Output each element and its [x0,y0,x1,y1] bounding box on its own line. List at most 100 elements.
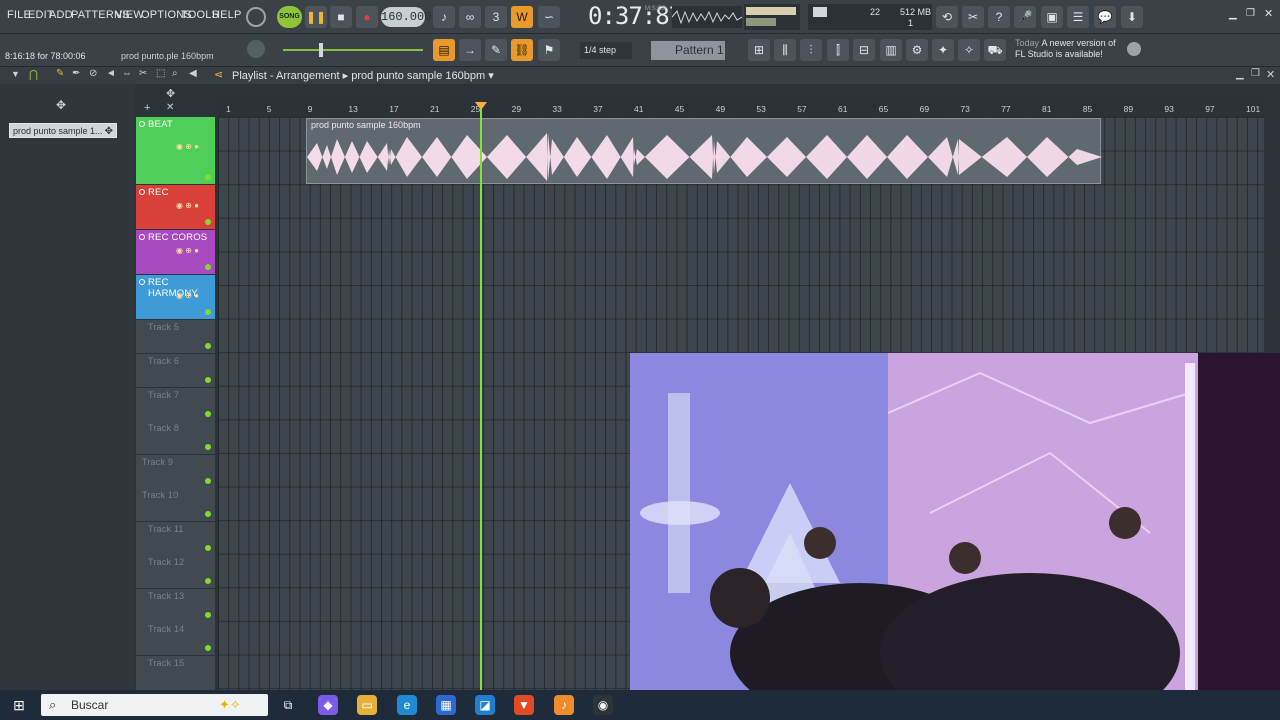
track-led-icon[interactable] [205,478,211,484]
download-icon[interactable]: ⬇ [1121,6,1143,28]
playlist-maximize-icon[interactable]: ❐ [1251,68,1260,79]
remove-track-icon[interactable]: ✕ [166,102,174,113]
arrow-icon[interactable]: → [459,39,481,61]
track-mute-solo-icon[interactable]: ◉ ⊕ ● [176,246,199,255]
link-icon[interactable]: ⛓ [511,39,533,61]
tempo-tap-icon[interactable]: ✦ [932,39,954,61]
help-icon[interactable]: ? [988,6,1010,28]
draw-tool-icon[interactable]: ✎ [56,68,64,79]
minimize-icon[interactable]: ▁ [1229,9,1237,20]
wait-input-icon[interactable]: ∞ [459,6,481,28]
track-select-icon[interactable] [139,121,145,127]
add-track-icon[interactable]: + [144,102,150,114]
picker-move-icon[interactable]: ✥ [56,98,66,112]
playlist-minimize-icon[interactable]: ▁ [1236,69,1244,80]
track-header-10[interactable]: Track 10 [136,488,215,521]
track-header-12[interactable]: Track 12 [136,555,215,588]
picker-item-drag-icon[interactable]: ✥ [105,124,113,139]
song-mode-button[interactable]: SONG [277,6,302,28]
record-button[interactable]: ● [356,6,378,28]
pause-button[interactable]: ❚❚ [305,6,327,28]
track-select-icon[interactable] [139,234,145,240]
outlook-icon[interactable]: ◪ [475,695,495,715]
metronome-icon[interactable]: ♪ [433,6,455,28]
cart-icon[interactable]: ⛟ [984,39,1006,61]
zoom-tool-icon[interactable]: ⌕ [172,68,178,79]
track-header-11[interactable]: Track 11 [136,522,215,555]
playhead-marker-icon[interactable] [475,102,487,110]
task-view-icon[interactable]: ⧉ [278,695,298,715]
menu-arrow-icon[interactable]: ▼ [11,69,20,79]
cut-icon[interactable]: ✂ [962,6,984,28]
sliders-icon[interactable]: ⫿ [827,39,849,61]
web-icon[interactable] [1127,42,1141,56]
track-header-7[interactable]: Track 7 [136,388,215,421]
track-header-beat[interactable]: BEAT ◉ ⊕ ● [136,117,215,184]
plugin-icon[interactable]: ⚙ [906,39,928,61]
browser-icon[interactable]: ⊟ [853,39,875,61]
stop-button[interactable]: ■ [330,6,352,28]
track-led-icon[interactable] [205,174,211,180]
playlist-icon[interactable]: ▤ [433,39,455,61]
track-led-icon[interactable] [205,444,211,450]
track-led-icon[interactable] [205,377,211,383]
fl-studio-icon[interactable]: ♪ [554,695,574,715]
track-select-icon[interactable] [139,189,145,195]
store-icon[interactable]: ▦ [436,695,456,715]
select-tool-icon[interactable]: ⬚ [156,68,165,79]
menu-add[interactable]: ADD [49,9,73,21]
track-header-rec[interactable]: REC ◉ ⊕ ● [136,185,215,229]
taskbar-search-input[interactable]: ⌕ Buscar ✦✧ [41,694,268,716]
maximize-icon[interactable]: ❐ [1246,8,1255,19]
chat-icon[interactable]: 💬 [1094,6,1116,28]
track-header-8[interactable]: Track 8 [136,421,215,454]
paint-tool-icon[interactable]: ✒ [72,68,80,79]
track-header-rec-harmony[interactable]: REC HARMONY ◉ ⊕ ● [136,275,215,319]
track-led-icon[interactable] [205,645,211,651]
pencil-icon[interactable]: ✎ [485,39,507,61]
snap-select[interactable]: 1/4 step [580,42,632,59]
save-icon[interactable]: ▣ [1041,6,1063,28]
track-mute-solo-icon[interactable]: ◉ ⊕ ● [176,201,199,210]
brave-icon[interactable]: ▼ [514,695,534,715]
file-icon[interactable]: ▥ [880,39,902,61]
update-notice[interactable]: Today A newer version of FL Studio is ava… [1015,38,1116,60]
audio-clip[interactable]: prod punto sample 160bpm [306,118,1102,184]
track-header-9[interactable]: Track 9 [136,455,215,488]
playlist-close-icon[interactable]: ✕ [1266,68,1275,81]
close-icon[interactable]: ✕ [1264,7,1273,20]
blend-notes-icon[interactable]: W [511,6,533,28]
track-led-icon[interactable] [205,219,211,225]
track-header-15[interactable]: Track 15 [136,656,215,690]
channel-rack-icon[interactable]: ⊞ [748,39,770,61]
track-led-icon[interactable] [205,411,211,417]
track-led-icon[interactable] [205,578,211,584]
wand-icon[interactable]: ✧ [958,39,980,61]
song-time-display[interactable]: 0:37:87 [588,2,683,30]
pattern-select[interactable]: Pattern 1 [651,41,725,60]
mute-tool-icon[interactable]: ◄ [106,68,116,79]
magnet-icon[interactable]: ⋂ [29,68,38,81]
playback-tool-icon[interactable]: ◀ [189,68,197,79]
copilot-icon[interactable]: ◆ [318,695,338,715]
track-header-rec-coros[interactable]: REC COROS ◉ ⊕ ● [136,230,215,274]
track-led-icon[interactable] [205,309,211,315]
track-mute-solo-icon[interactable]: ◉ ⊕ ● [176,142,199,151]
track-led-icon[interactable] [205,545,211,551]
loop-record-icon[interactable]: ∽ [538,6,560,28]
track-led-icon[interactable] [205,612,211,618]
slip-tool-icon[interactable]: ⇔ [122,68,132,79]
mixer-icon[interactable]: ☰ [1067,6,1089,28]
track-led-icon[interactable] [205,264,211,270]
windows-start-icon[interactable]: ⊞ [9,695,29,715]
obs-icon[interactable]: ◉ [593,695,613,715]
track-header-13[interactable]: Track 13 [136,589,215,622]
track-header-5[interactable]: Track 5 [136,320,215,353]
picker-clip-item[interactable]: prod punto sample 1... ✥ [9,123,117,138]
timeline-ruler[interactable]: 1 5 9 13 17 21 25 29 33 37 41 45 49 53 57 61 65 69 73 77 81 8… [218,102,1264,117]
mixer-view-icon[interactable]: ⫶ [800,39,822,61]
countdown-icon[interactable]: 3 [485,6,507,28]
master-volume-slider[interactable] [283,43,423,57]
mic-icon[interactable]: 🎤 [1014,6,1036,28]
file-explorer-icon[interactable]: ▭ [357,695,377,715]
